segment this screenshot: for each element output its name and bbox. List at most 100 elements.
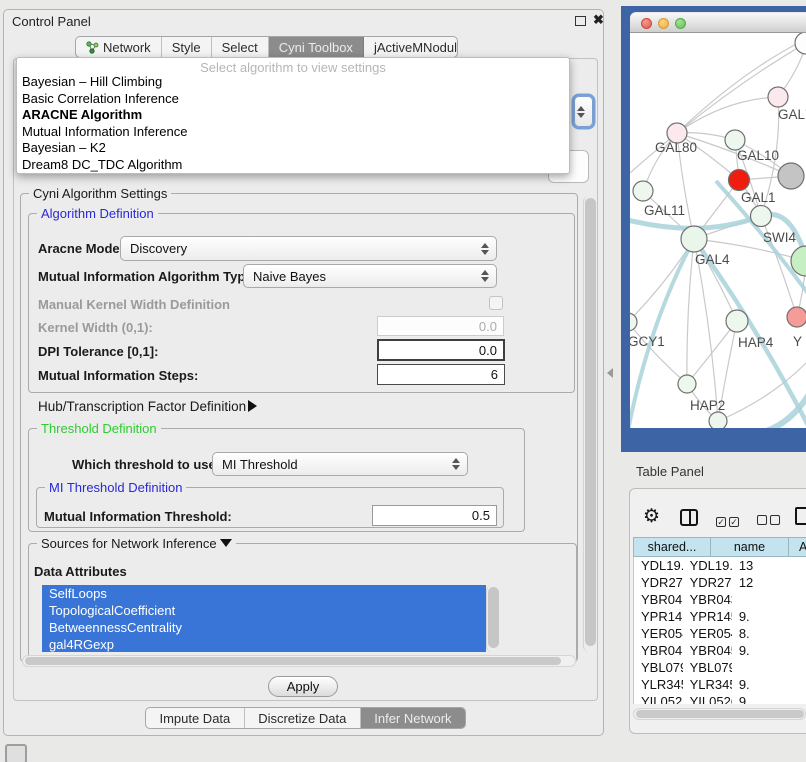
mi-steps-label: Mutual Information Steps: [38,368,198,383]
table-cell: 9. [732,676,806,693]
restore-panel-button[interactable] [5,744,27,762]
column-header[interactable]: shared... [633,537,710,557]
tab-network[interactable]: Network [76,37,162,57]
table-row[interactable]: YDR27...YDR27...12 [634,574,806,591]
columns-icon[interactable] [680,509,698,526]
collapse-arrow-icon[interactable] [220,539,232,547]
data-attributes-label: Data Attributes [34,564,127,579]
network-node-gal1[interactable] [729,170,750,191]
close-window-icon[interactable] [641,18,652,29]
algorithm-option[interactable]: Bayesian – K2 [17,140,569,157]
tab-cyni-toolbox[interactable]: Cyni Toolbox [269,37,364,57]
column-header[interactable]: name [710,537,788,557]
algorithm-dropdown-popup: Select algorithm to view settings Bayesi… [16,57,570,174]
expand-arrow-icon[interactable] [248,400,257,412]
node-label: GAL10 [737,148,779,163]
node-label: SWI4 [763,230,796,245]
table-row[interactable]: YDL19...YDL19...13 [634,557,806,574]
checked-boxes-icon[interactable]: ✓✓ [716,512,742,530]
network-node-swi4[interactable] [751,206,772,227]
algorithm-combo-button[interactable] [574,96,593,127]
tab-style[interactable]: Style [162,37,212,57]
settings-horizontal-scrollbar[interactable] [22,655,576,667]
mi-threshold-label: Mutual Information Threshold: [44,509,232,524]
table-cell: YBL079W [634,659,683,676]
table-row[interactable]: YPR145WYPR145W9. [634,608,806,625]
algorithm-option[interactable]: Mutual Information Inference [17,124,569,141]
attributes-scrollbar[interactable] [486,585,499,652]
attribute-item[interactable]: gal4RGexp [42,636,486,652]
table-cell: YDL19... [634,557,683,574]
table-row[interactable]: YER054CYER054C8. [634,625,806,642]
table-horizontal-scrollbar[interactable] [633,708,806,720]
network-node-y[interactable] [787,307,806,327]
mi-threshold-field[interactable] [372,505,497,526]
network-node[interactable] [795,33,806,54]
cyni-algorithm-settings-title: Cyni Algorithm Settings [29,186,171,201]
network-edge[interactable] [630,322,687,384]
network-node-gal7[interactable] [768,87,788,107]
node-label: Y [793,334,802,349]
minimize-window-icon[interactable] [658,18,669,29]
mi-type-combo[interactable]: Naive Bayes [243,264,497,288]
table-row[interactable]: YLR345WYLR345W9. [634,676,806,693]
table-row[interactable]: YIL052CYIL052C9 [634,693,806,704]
table-doc-icon[interactable] [795,507,806,525]
network-canvas[interactable]: GAL7GAL80GAL10GAL1GAL11SWI4GAL4GCY1HAP4Y… [630,33,806,428]
network-node[interactable] [709,412,727,428]
table-row[interactable]: YBR045CYBR045C9. [634,642,806,659]
tab-discretize-data[interactable]: Discretize Data [245,708,361,728]
node-label: GAL1 [741,190,776,205]
algorithm-option[interactable]: ARACNE Algorithm [17,107,569,124]
network-window-titlebar[interactable] [630,12,806,33]
mi-type-label: Mutual Information Algorithm Type: [38,269,257,284]
attribute-item[interactable]: TopologicalCoefficient [42,602,486,619]
table-cell: 13 [732,557,806,574]
tab-impute-data[interactable]: Impute Data [146,708,245,728]
network-node-gal11[interactable] [633,181,653,201]
network-node-gal4[interactable] [681,226,707,252]
which-threshold-combo[interactable]: MI Threshold [212,452,468,476]
stepper-arrows-icon [576,106,585,118]
network-node-hap4[interactable] [726,310,748,332]
dpi-tolerance-field[interactable] [377,339,505,361]
tab-label: Cyni Toolbox [279,40,353,55]
which-threshold-label: Which threshold to use: [72,457,220,472]
tab-select[interactable]: Select [212,37,269,57]
tab-label: jActiveMNodules [374,40,458,55]
algorithm-option[interactable]: Bayesian – Hill Climbing [17,74,569,91]
network-node[interactable] [778,163,804,189]
apply-button[interactable]: Apply [268,676,338,697]
stepper-arrows-icon [480,270,489,282]
table-cell: YBR045C [683,642,732,659]
algorithm-option[interactable]: Basic Correlation Inference [17,91,569,108]
float-panel-icon[interactable] [575,16,586,26]
algorithm-option[interactable]: Dream8 DC_TDC Algorithm [17,157,569,174]
mi-steps-field[interactable] [377,364,505,385]
network-node-hap2[interactable] [678,375,696,393]
aracne-mode-combo[interactable]: Discovery [120,236,497,261]
tab-infer-network[interactable]: Infer Network [361,708,465,728]
tab-jactivemnodules[interactable]: jActiveMNodules [364,37,458,57]
unchecked-boxes-icon[interactable] [757,512,783,530]
column-header[interactable]: A [788,537,806,557]
table-cell: YDR27... [634,574,683,591]
network-node-gcy1[interactable] [630,313,637,331]
attribute-item[interactable]: SelfLoops [42,585,486,602]
mi-type-value: Naive Bayes [253,269,326,284]
network-node-gal10[interactable] [725,130,745,150]
settings-vertical-scrollbar[interactable] [583,196,597,652]
splitter-collapse-icon[interactable] [607,368,613,378]
gear-icon[interactable]: ⚙ [643,505,660,528]
network-edge[interactable] [687,321,737,384]
close-panel-icon[interactable]: ✖ [593,12,604,28]
table-row[interactable]: YBL079WYBL079W [634,659,806,676]
table-cell: YBR043C [683,591,732,608]
manual-kernel-checkbox[interactable] [489,296,503,310]
table-row[interactable]: YBR043CYBR043C [634,591,806,608]
attribute-item[interactable]: BetweennessCentrality [42,619,486,636]
kernel-width-field[interactable] [377,316,504,336]
network-edge[interactable] [677,97,778,133]
network-edge[interactable] [687,239,694,384]
zoom-window-icon[interactable] [675,18,686,29]
